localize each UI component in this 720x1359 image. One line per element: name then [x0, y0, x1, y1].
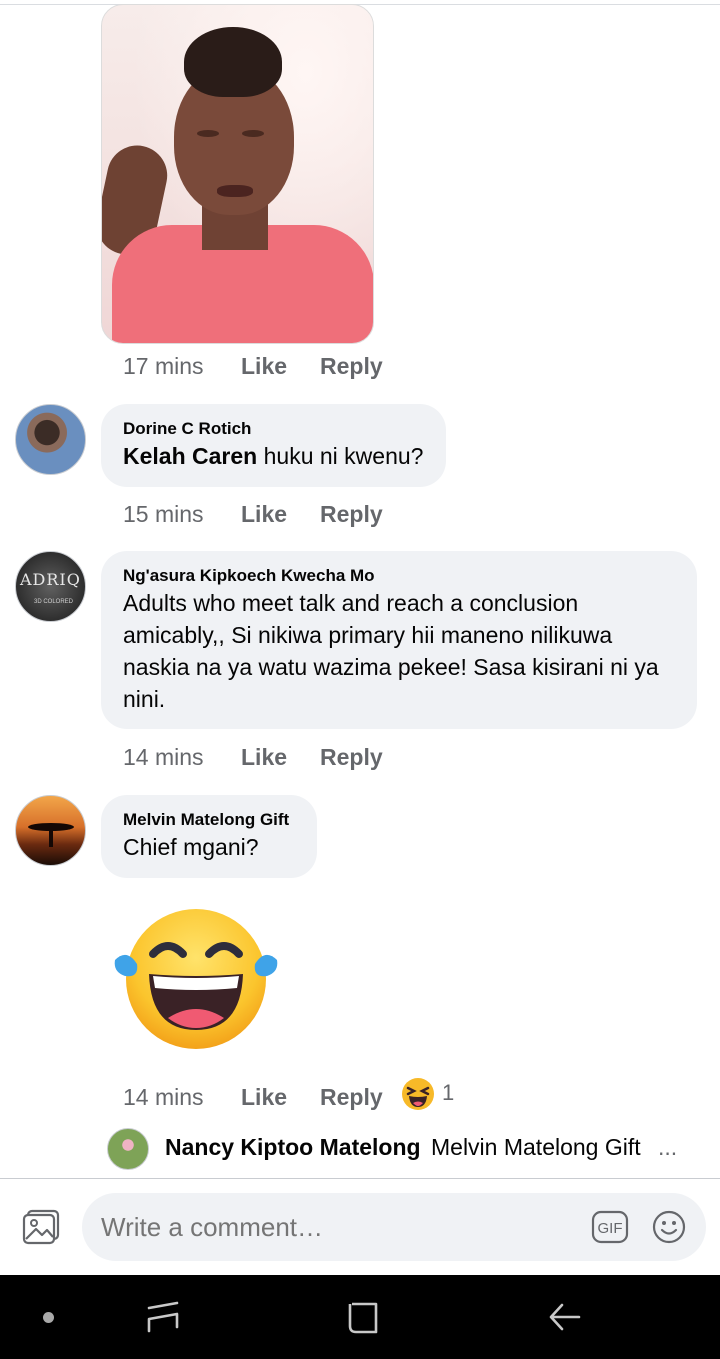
like-button[interactable]: Like	[241, 499, 320, 529]
comment-bubble: Ng'asura Kipkoech Kwecha Mo Adults who m…	[101, 551, 697, 729]
comment-mention[interactable]: Kelah Caren	[123, 443, 257, 469]
comment-actions: 14 mins Like Reply	[123, 1082, 383, 1112]
back-icon[interactable]	[548, 1300, 582, 1334]
avatar-tree-trunk	[49, 829, 53, 847]
photo-mouth	[217, 185, 253, 197]
haha-reaction-icon[interactable]	[401, 1077, 435, 1111]
reply-button[interactable]: Reply	[320, 742, 383, 772]
comment-body: huku ni kwenu?	[257, 443, 424, 469]
gif-button[interactable]: GIF	[591, 1210, 629, 1244]
smiley-icon[interactable]	[652, 1210, 686, 1244]
recent-apps-icon[interactable]	[146, 1300, 180, 1334]
comment-photo-attachment[interactable]	[101, 4, 374, 344]
avatar[interactable]: ADRIQ 3D COLORED	[15, 551, 86, 622]
like-button[interactable]: Like	[241, 742, 320, 772]
comment-author[interactable]: Ng'asura Kipkoech Kwecha Mo	[123, 565, 675, 587]
comment-author[interactable]: Melvin Matelong Gift	[123, 809, 295, 831]
composer-divider	[0, 1178, 720, 1179]
laughing-tears-emoji-icon	[114, 909, 278, 1049]
comment-time: 14 mins	[123, 1084, 204, 1110]
like-button[interactable]: Like	[241, 1082, 320, 1112]
gif-icon: GIF	[591, 1210, 629, 1244]
avatar[interactable]	[15, 404, 86, 475]
comment-time: 17 mins	[123, 353, 204, 379]
reply-button[interactable]: Reply	[320, 351, 383, 381]
reply-preview[interactable]: Nancy Kiptoo Matelong Melvin Matelong Gi…	[107, 1128, 707, 1170]
avatar[interactable]	[15, 795, 86, 866]
comment-bubble: Melvin Matelong Gift Chief mgani?	[101, 795, 317, 878]
comment-text: Adults who meet talk and reach a conclus…	[123, 590, 659, 712]
home-icon[interactable]	[347, 1301, 381, 1335]
avatar-logo-subtext: 3D COLORED	[34, 599, 74, 605]
comment-text: Kelah Caren huku ni kwenu?	[123, 440, 424, 472]
photo-icon[interactable]	[22, 1209, 60, 1245]
reply-text: Melvin Matelong Gift	[431, 1134, 641, 1160]
nav-dot-icon[interactable]	[43, 1312, 54, 1323]
comment-time: 15 mins	[123, 501, 204, 527]
comment-actions: 17 mins Like Reply	[123, 351, 383, 381]
comment-actions: 15 mins Like Reply	[123, 499, 383, 529]
reply-button[interactable]: Reply	[320, 499, 383, 529]
comment-text: Chief mgani?	[123, 834, 259, 860]
avatar-logo-text: ADRIQ	[20, 570, 81, 589]
comment-actions: 14 mins Like Reply	[123, 742, 383, 772]
photo-hair	[184, 27, 282, 97]
photo-eye-right	[242, 130, 264, 137]
reply-ellipsis: ...	[658, 1134, 678, 1160]
avatar	[107, 1128, 149, 1170]
reply-button[interactable]: Reply	[320, 1082, 383, 1112]
like-button[interactable]: Like	[241, 351, 320, 381]
gif-label: GIF	[598, 1220, 623, 1237]
comment-author[interactable]: Dorine C Rotich	[123, 418, 424, 440]
photo-eye-left	[197, 130, 219, 137]
reaction-count: 1	[442, 1080, 455, 1105]
comment-time: 14 mins	[123, 744, 204, 770]
comment-bubble: Dorine C Rotich Kelah Caren huku ni kwen…	[101, 404, 446, 487]
reply-author: Nancy Kiptoo Matelong	[165, 1134, 421, 1160]
